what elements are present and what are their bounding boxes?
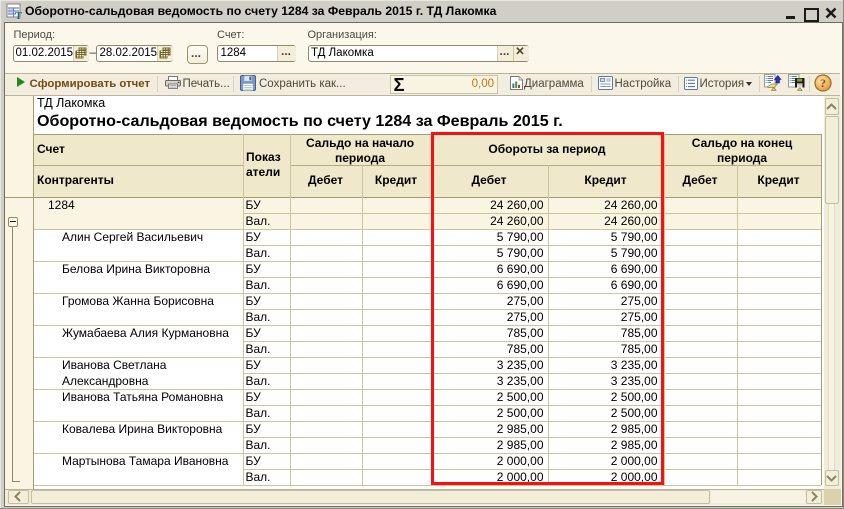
svg-text:?: ? xyxy=(820,76,826,90)
svg-text:T: T xyxy=(15,11,22,20)
